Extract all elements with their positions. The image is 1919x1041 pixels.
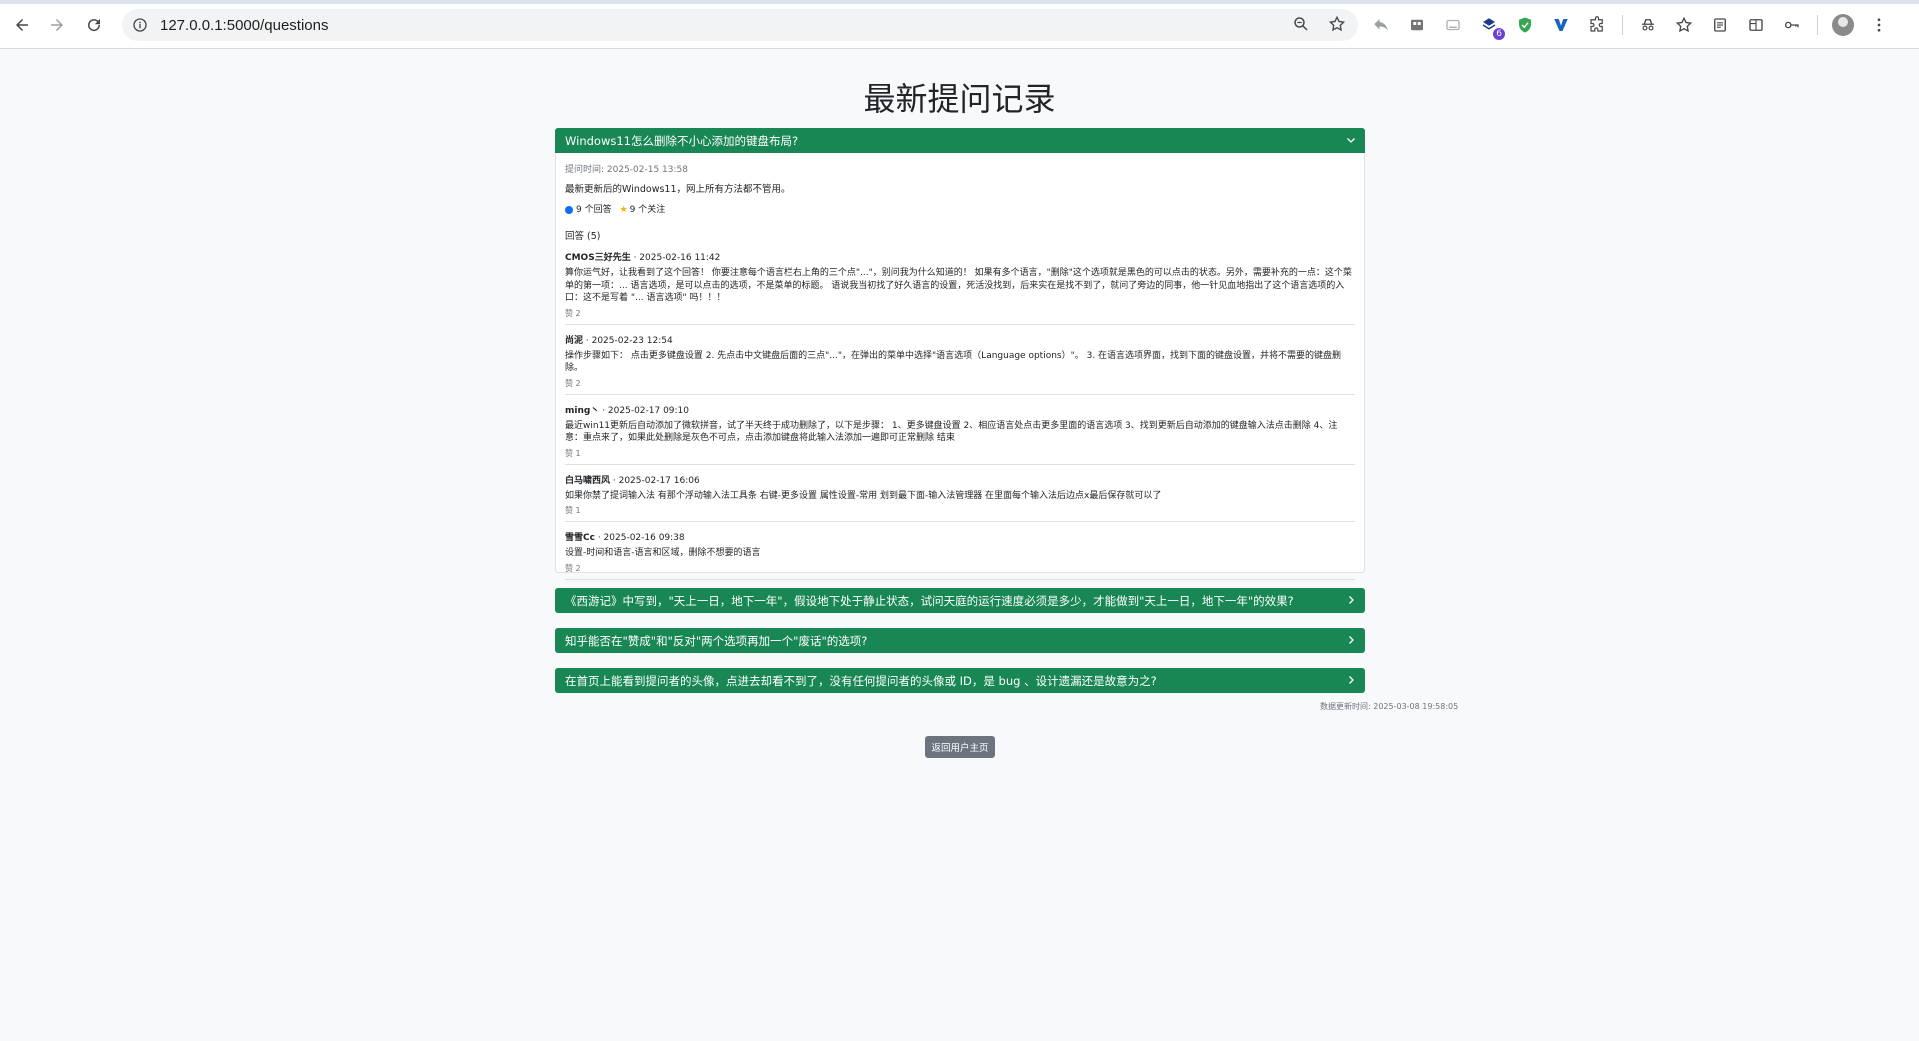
split-screen-icon[interactable] (1745, 14, 1767, 36)
answer-item: 白马啸西风 · 2025-02-17 16:06 如果你禁了提词输入法 有那个浮… (565, 465, 1355, 522)
answer-time: · 2025-02-23 12:54 (583, 335, 673, 346)
question-item: 在首页上能看到提问者的头像，点进去却看不到了，没有任何提问者的头像或 ID，是 … (555, 668, 1365, 693)
answer-author: 雪雪Cc (565, 533, 595, 543)
question-body: 提问时间: 2025-02-15 13:58 最新更新后的Windows11，网… (555, 153, 1365, 580)
question-title: 《西游记》中写到，"天上一日，地下一年"，假设地下处于静止状态，试问天庭的运行速… (565, 593, 1294, 608)
answer-time: · 2025-02-16 11:42 (630, 253, 721, 263)
question-title: 知乎能否在"赞成"和"反对"两个选项再加一个"废话"的选项? (565, 633, 868, 648)
question-header[interactable]: 《西游记》中写到，"天上一日，地下一年"，假设地下处于静止状态，试问天庭的运行速… (555, 588, 1365, 613)
answer-text: 最近win11更新后自动添加了微软拼音，试了半天终于成功删除了，以下是步骤： 1… (565, 420, 1338, 444)
question-time: 提问时间: 2025-02-15 13:58 (565, 165, 688, 175)
question-header[interactable]: 在首页上能看到提问者的头像，点进去却看不到了，没有任何提问者的头像或 ID，是 … (555, 668, 1365, 693)
answer-item: ming丶 · 2025-02-17 09:10 最近win11更新后自动添加了… (565, 395, 1355, 465)
answer-text: 操作步骤如下： 点击更多键盘设置 2. 先点击中文键盘后面的三点"..."，在弹… (565, 350, 1342, 374)
bookmark-star-icon[interactable] (1328, 15, 1346, 33)
favorites-star-icon[interactable] (1673, 14, 1695, 36)
answer-item: 尚泥 · 2025-02-23 12:54 操作步骤如下： 点击更多键盘设置 2… (565, 325, 1355, 395)
comment-icon (565, 205, 573, 214)
toolbar-separator (1622, 15, 1623, 35)
translate-extension-icon[interactable]: 6 (1478, 14, 1505, 40)
answer-author: ming丶 (565, 405, 600, 416)
browser-toolbar: 127.0.0.1:5000/questions 6 (0, 0, 1919, 49)
star-icon: ★ (619, 205, 628, 215)
answers-heading: 回答 (5) (565, 231, 601, 242)
address-bar[interactable]: 127.0.0.1:5000/questions (122, 9, 1358, 41)
reply-icon[interactable] (1370, 14, 1392, 36)
back-to-home-button[interactable]: 返回用户主页 (925, 736, 995, 758)
answer-time: · 2025-02-17 16:06 (610, 475, 700, 486)
chevron-right-icon (1349, 676, 1354, 684)
screen-icon[interactable] (1442, 14, 1464, 36)
menu-dots-icon[interactable] (1868, 14, 1890, 36)
question-item: 《西游记》中写到，"天上一日，地下一年"，假设地下处于静止状态，试问天庭的运行速… (555, 588, 1365, 613)
answer-text: 设置-时间和语言-语言和区域，删除不想要的语言 (565, 548, 761, 558)
answer-likes: 赞 2 (565, 563, 581, 573)
answer-likes: 赞 1 (565, 448, 581, 458)
v-logo-icon[interactable] (1550, 14, 1572, 36)
question-header[interactable]: 知乎能否在"赞成"和"反对"两个选项再加一个"废话"的选项? (555, 628, 1365, 653)
toolbar-separator (1817, 15, 1818, 35)
reading-list-icon[interactable] (1709, 14, 1731, 36)
question-stats: 9 个回答 ★ 9 个关注 (565, 202, 1355, 215)
incognito-icon[interactable] (1637, 14, 1659, 36)
extension-box-icon[interactable] (1406, 14, 1428, 36)
zoom-icon[interactable] (1292, 15, 1310, 33)
answer-text: 算你运气好，让我看到了这个回答！ 你要注意每个语言栏右上角的三个点"..."，别… (565, 268, 1352, 303)
password-key-icon[interactable] (1781, 14, 1803, 36)
question-title: 在首页上能看到提问者的头像，点进去却看不到了，没有任何提问者的头像或 ID，是 … (565, 673, 1157, 688)
answer-item: CMOS三好先生 · 2025-02-16 11:42 算你运气好，让我看到了这… (565, 242, 1355, 325)
answers-count: 9 个回答 (565, 202, 612, 215)
answer-likes: 赞 2 (565, 378, 581, 388)
question-content: 最新更新后的Windows11，网上所有方法都不管用。 (565, 184, 791, 195)
answer-author: CMOS三好先生 (565, 253, 631, 263)
question-title: Windows11怎么删除不小心添加的键盘布局? (565, 133, 799, 148)
answer-likes: 赞 1 (565, 506, 581, 515)
chevron-right-icon (1349, 636, 1354, 644)
answer-text: 如果你禁了提词输入法 有那个浮动输入法工具条 右键-更多设置 属性设置-常用 划… (565, 490, 1162, 501)
follows-count: ★ 9 个关注 (619, 205, 666, 215)
update-time: 数据更新时间: 2025-03-08 19:58:05 (1320, 702, 1459, 711)
answer-author: 尚泥 (565, 335, 584, 346)
extension-badge: 6 (1493, 28, 1505, 40)
question-item: Windows11怎么删除不小心添加的键盘布局? 提问时间: 2025-02-1… (555, 128, 1365, 580)
question-item: 知乎能否在"赞成"和"反对"两个选项再加一个"废话"的选项? (555, 628, 1365, 653)
shield-check-icon[interactable] (1514, 14, 1536, 36)
profile-avatar[interactable] (1832, 14, 1854, 36)
site-info-icon[interactable] (132, 17, 148, 33)
url-text[interactable]: 127.0.0.1:5000/questions (160, 17, 328, 34)
forward-arrow-icon[interactable] (42, 10, 72, 40)
chevron-right-icon (1349, 596, 1354, 604)
answer-author: 白马啸西风 (565, 475, 611, 486)
questions-accordion: Windows11怎么删除不小心添加的键盘布局? 提问时间: 2025-02-1… (555, 128, 1365, 708)
page-title: 最新提问记录 (863, 80, 1056, 118)
puzzle-icon[interactable] (1586, 14, 1608, 36)
chevron-down-icon (1347, 138, 1355, 143)
answer-time: · 2025-02-16 09:38 (594, 533, 685, 543)
question-header[interactable]: Windows11怎么删除不小心添加的键盘布局? (555, 128, 1365, 153)
reload-icon[interactable] (79, 10, 109, 40)
answer-time: · 2025-02-17 09:10 (599, 405, 690, 416)
answer-item: 雪雪Cc · 2025-02-16 09:38 设置-时间和语言-语言和区域，删… (565, 522, 1355, 580)
answer-likes: 赞 2 (565, 308, 581, 318)
back-arrow-icon[interactable] (7, 10, 37, 40)
